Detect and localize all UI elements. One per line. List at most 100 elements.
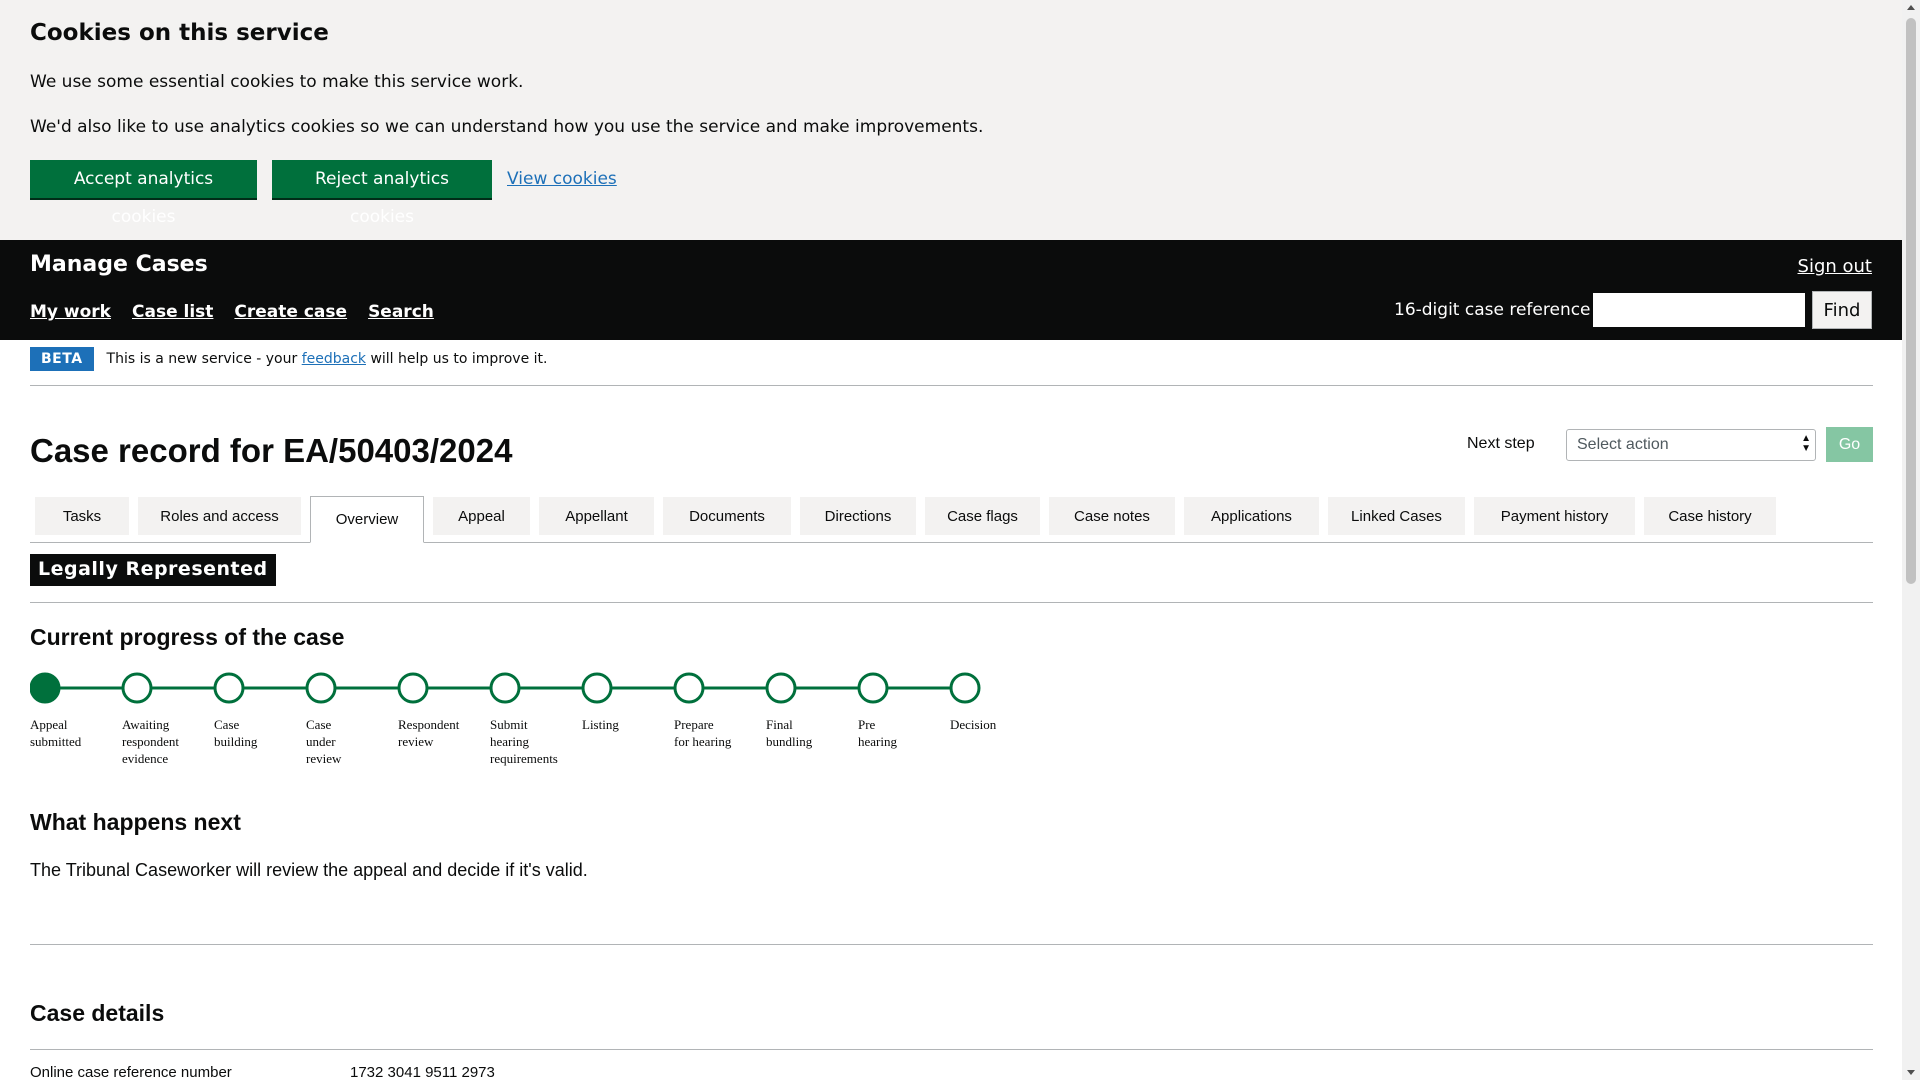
progress-step-label-line: Case <box>306 717 332 732</box>
progress-step-label-line: Final <box>766 717 793 732</box>
nav-create-case[interactable]: Create case <box>234 302 347 322</box>
divider <box>30 1049 1873 1050</box>
tab-linked-cases[interactable]: Linked Cases <box>1328 497 1465 535</box>
page-scrollbar[interactable] <box>1902 0 1920 1080</box>
scrollbar-thumb[interactable] <box>1906 18 1916 584</box>
scroll-up-icon[interactable] <box>1907 5 1915 10</box>
progress-step-marker <box>213 672 245 704</box>
progress-step-label-line: Submit <box>490 717 528 732</box>
tab-case-history[interactable]: Case history <box>1644 497 1776 535</box>
find-button[interactable]: Find <box>1812 291 1872 329</box>
tab-payment-history[interactable]: Payment history <box>1474 497 1635 535</box>
nav-my-work[interactable]: My work <box>30 302 111 322</box>
what-happens-next-heading: What happens next <box>30 809 241 835</box>
tab-case-flags[interactable]: Case flags <box>925 497 1040 535</box>
progress-step-label-line: building <box>214 734 258 749</box>
next-step-select[interactable]: Select action ▲ ▼ <box>1566 429 1816 461</box>
progress-step-label: Appeal submitted <box>30 716 105 750</box>
next-step-select-value: Select action <box>1577 436 1669 453</box>
progress-step-label-line: Appeal <box>30 717 68 732</box>
progress-step-marker <box>765 672 797 704</box>
case-reference-label: 16-digit case reference: <box>1394 300 1597 320</box>
progress-step-label-line: requirements <box>490 751 558 766</box>
tab-appellant[interactable]: Appellant <box>539 497 654 535</box>
phase-banner: BETA This is a new service - your feedba… <box>30 347 547 371</box>
progress-step-marker <box>857 672 889 704</box>
progress-step-label: Awaiting respondent evidence <box>122 716 197 767</box>
progress-step-label: Listing <box>582 716 657 733</box>
progress-step-marker <box>305 672 337 704</box>
progress-step-label-line: respondent <box>122 734 180 749</box>
case-detail-value: 1732 3041 9511 2973 <box>350 1064 495 1080</box>
progress-step-label-line: Case <box>214 717 240 732</box>
tab-tasks[interactable]: Tasks <box>35 497 129 535</box>
progress-tracker <box>30 672 981 704</box>
go-button[interactable]: Go <box>1826 427 1873 462</box>
progress-step-label-line: hearing <box>490 734 529 749</box>
progress-step-label: Submit hearing requirements <box>490 716 565 767</box>
feedback-link[interactable]: feedback <box>302 351 366 367</box>
tab-documents[interactable]: Documents <box>663 497 791 535</box>
progress-step-label-line: under <box>306 734 336 749</box>
tab-case-notes[interactable]: Case notes <box>1049 497 1175 535</box>
representation-tag: Legally Represented <box>30 554 276 586</box>
case-details-heading: Case details <box>30 1000 165 1026</box>
cookie-banner: Cookies on this service We use some esse… <box>0 0 1902 240</box>
progress-step-marker <box>30 672 61 704</box>
progress-step-label-line: review <box>398 734 434 749</box>
divider <box>30 385 1873 386</box>
progress-step-label-line: hearing <box>858 734 897 749</box>
progress-step-marker <box>949 672 981 704</box>
sign-out-link[interactable]: Sign out <box>1798 256 1872 277</box>
tab-directions[interactable]: Directions <box>800 497 916 535</box>
site-header: Manage Cases Sign out My work Case list … <box>0 240 1902 340</box>
divider <box>30 944 1873 945</box>
progress-step-label-line: Prepare <box>674 717 714 732</box>
phase-banner-text: This is a new service - your feedback wi… <box>107 351 548 367</box>
accept-analytics-cookies-button[interactable]: Accept analytics cookies <box>30 160 257 227</box>
tab-roles-and-access[interactable]: Roles and access <box>138 497 301 535</box>
progress-step-label-line: for hearing <box>674 734 732 749</box>
progress-step-label: Prepare for hearing <box>674 716 749 750</box>
cookie-banner-title: Cookies on this service <box>30 20 329 46</box>
beta-tag: BETA <box>30 347 94 371</box>
tab-applications[interactable]: Applications <box>1184 497 1319 535</box>
primary-navigation: My work Case list Create case Search <box>30 302 434 322</box>
what-happens-next-text: The Tribunal Caseworker will review the … <box>30 860 588 880</box>
progress-step-label-line: bundling <box>766 734 813 749</box>
tab-overview[interactable]: Overview <box>310 496 424 543</box>
page-title: Case record for EA/50403/2024 <box>30 432 513 469</box>
service-name: Manage Cases <box>30 252 208 277</box>
case-reference-input[interactable] <box>1591 291 1807 329</box>
divider <box>30 602 1873 603</box>
nav-search[interactable]: Search <box>368 302 434 322</box>
progress-step-marker <box>397 672 429 704</box>
tab-appeal[interactable]: Appeal <box>433 497 530 535</box>
progress-step-label-line: Listing <box>582 717 619 732</box>
progress-step-marker <box>121 672 153 704</box>
scroll-down-icon[interactable] <box>1907 1070 1915 1075</box>
progress-step-marker <box>673 672 705 704</box>
view-cookies-link[interactable]: View cookies <box>507 169 617 189</box>
progress-step-label: Decision <box>950 716 1025 733</box>
case-detail-key: Online case reference number <box>30 1064 232 1080</box>
progress-step-label-line: Awaiting <box>122 717 170 732</box>
progress-step-label: Case under review <box>306 716 381 767</box>
progress-step-label: Final bundling <box>766 716 841 750</box>
phase-text-after: will help us to improve it. <box>366 351 548 367</box>
select-arrows-icon: ▲ ▼ <box>1801 433 1811 454</box>
progress-step-label-line: evidence <box>122 751 169 766</box>
progress-step-label-line: Pre <box>858 717 876 732</box>
progress-step-label-line: review <box>306 751 342 766</box>
nav-case-list[interactable]: Case list <box>132 302 213 322</box>
progress-step-marker <box>581 672 613 704</box>
progress-step-label-line: Decision <box>950 717 997 732</box>
progress-step-marker <box>489 672 521 704</box>
case-tabs: Tasks Roles and access Overview Appeal Appel… <box>30 496 1873 543</box>
progress-step-label-line: submitted <box>30 734 82 749</box>
next-step-label: Next step <box>1467 435 1535 452</box>
reject-analytics-cookies-button[interactable]: Reject analytics cookies <box>272 160 492 227</box>
cookie-banner-text: We use some essential cookies to make th… <box>30 72 524 92</box>
cookie-banner-text-analytics: We'd also like to use analytics cookies … <box>30 117 984 137</box>
phase-text-before: This is a new service - your <box>106 351 302 367</box>
